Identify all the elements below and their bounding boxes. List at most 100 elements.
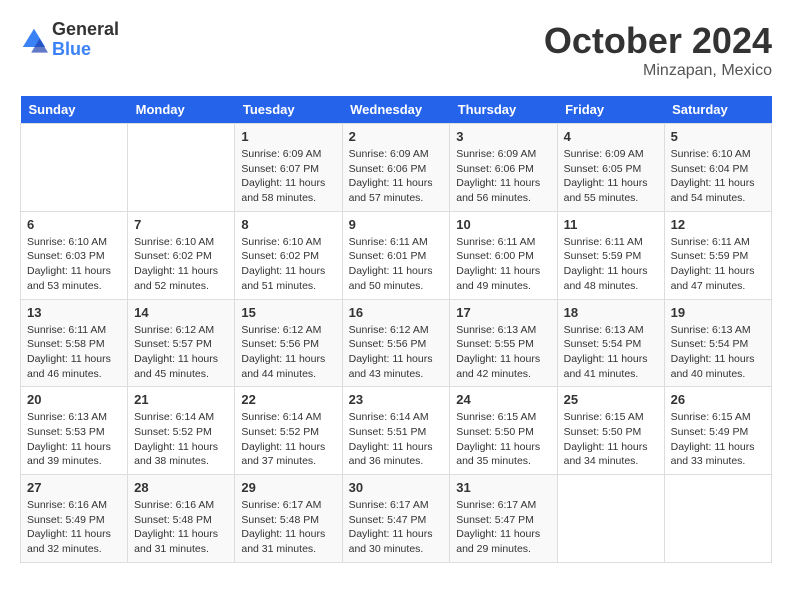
day-info: Sunrise: 6:09 AM Sunset: 6:06 PM Dayligh… xyxy=(456,147,550,206)
day-number: 3 xyxy=(456,129,550,144)
day-info: Sunrise: 6:11 AM Sunset: 6:00 PM Dayligh… xyxy=(456,235,550,294)
calendar-cell: 28 Sunrise: 6:16 AM Sunset: 5:48 PM Dayli… xyxy=(128,475,235,563)
day-info: Sunrise: 6:09 AM Sunset: 6:05 PM Dayligh… xyxy=(564,147,658,206)
day-number: 25 xyxy=(564,392,658,407)
day-number: 8 xyxy=(241,217,335,232)
week-row-2: 6Sunrise: 6:10 AM Sunset: 6:03 PM Daylig… xyxy=(21,211,772,299)
calendar-cell xyxy=(557,475,664,563)
day-number: 12 xyxy=(671,217,765,232)
day-header-thursday: Thursday xyxy=(450,96,557,124)
calendar-cell: 13 Sunrise: 6:11 AM Sunset: 5:58 PM Dayli… xyxy=(21,299,128,387)
calendar-cell: 2Sunrise: 6:09 AM Sunset: 6:06 PM Daylig… xyxy=(342,124,450,212)
day-info: Sunrise: 6:11 AM Sunset: 5:59 PM Dayligh… xyxy=(564,235,658,294)
day-number: 29 xyxy=(241,480,335,495)
day-header-friday: Friday xyxy=(557,96,664,124)
day-number: 26 xyxy=(671,392,765,407)
day-number: 22 xyxy=(241,392,335,407)
calendar-cell: 5 Sunrise: 6:10 AM Sunset: 6:04 PM Daylig… xyxy=(664,124,771,212)
day-info: Sunrise: 6:10 AM Sunset: 6:02 PM Dayligh… xyxy=(134,235,228,294)
day-number: 4 xyxy=(564,129,658,144)
day-info: Sunrise: 6:17 AM Sunset: 5:47 PM Dayligh… xyxy=(456,498,550,557)
calendar-cell: 22 Sunrise: 6:14 AM Sunset: 5:52 PM Dayli… xyxy=(235,387,342,475)
calendar-cell: 17 Sunrise: 6:13 AM Sunset: 5:55 PM Dayli… xyxy=(450,299,557,387)
calendar-header: SundayMondayTuesdayWednesdayThursdayFrid… xyxy=(21,96,772,124)
day-info: Sunrise: 6:10 AM Sunset: 6:04 PM Dayligh… xyxy=(671,147,765,206)
day-info: Sunrise: 6:13 AM Sunset: 5:54 PM Dayligh… xyxy=(564,323,658,382)
day-info: Sunrise: 6:13 AM Sunset: 5:54 PM Dayligh… xyxy=(671,323,765,382)
week-row-4: 20 Sunrise: 6:13 AM Sunset: 5:53 PM Dayli… xyxy=(21,387,772,475)
calendar-cell xyxy=(128,124,235,212)
logo: General Blue xyxy=(20,20,119,60)
day-number: 17 xyxy=(456,305,550,320)
day-info: Sunrise: 6:11 AM Sunset: 6:01 PM Dayligh… xyxy=(349,235,444,294)
calendar-cell: 12 Sunrise: 6:11 AM Sunset: 5:59 PM Dayli… xyxy=(664,211,771,299)
calendar-cell: 30 Sunrise: 6:17 AM Sunset: 5:47 PM Dayli… xyxy=(342,475,450,563)
location-subtitle: Minzapan, Mexico xyxy=(544,62,772,80)
day-info: Sunrise: 6:12 AM Sunset: 5:56 PM Dayligh… xyxy=(241,323,335,382)
calendar-cell: 20 Sunrise: 6:13 AM Sunset: 5:53 PM Dayli… xyxy=(21,387,128,475)
day-info: Sunrise: 6:13 AM Sunset: 5:55 PM Dayligh… xyxy=(456,323,550,382)
day-info: Sunrise: 6:14 AM Sunset: 5:51 PM Dayligh… xyxy=(349,410,444,469)
day-number: 7 xyxy=(134,217,228,232)
day-number: 10 xyxy=(456,217,550,232)
day-info: Sunrise: 6:13 AM Sunset: 5:53 PM Dayligh… xyxy=(27,410,121,469)
week-row-1: 1 Sunrise: 6:09 AM Sunset: 6:07 PM Daylig… xyxy=(21,124,772,212)
day-info: Sunrise: 6:15 AM Sunset: 5:50 PM Dayligh… xyxy=(456,410,550,469)
day-number: 30 xyxy=(349,480,444,495)
calendar-cell: 21 Sunrise: 6:14 AM Sunset: 5:52 PM Dayli… xyxy=(128,387,235,475)
page-header: General Blue October 2024 Minzapan, Mexi… xyxy=(20,20,772,80)
calendar-cell: 9 Sunrise: 6:11 AM Sunset: 6:01 PM Daylig… xyxy=(342,211,450,299)
day-info: Sunrise: 6:12 AM Sunset: 5:56 PM Dayligh… xyxy=(349,323,444,382)
day-info: Sunrise: 6:14 AM Sunset: 5:52 PM Dayligh… xyxy=(134,410,228,469)
day-number: 31 xyxy=(456,480,550,495)
day-number: 21 xyxy=(134,392,228,407)
month-title: October 2024 xyxy=(544,20,772,62)
day-number: 27 xyxy=(27,480,121,495)
day-header-saturday: Saturday xyxy=(664,96,771,124)
day-number: 24 xyxy=(456,392,550,407)
calendar-body: 1 Sunrise: 6:09 AM Sunset: 6:07 PM Daylig… xyxy=(21,124,772,563)
day-info: Sunrise: 6:15 AM Sunset: 5:49 PM Dayligh… xyxy=(671,410,765,469)
day-number: 11 xyxy=(564,217,658,232)
day-header-tuesday: Tuesday xyxy=(235,96,342,124)
day-number: 13 xyxy=(27,305,121,320)
day-info: Sunrise: 6:17 AM Sunset: 5:48 PM Dayligh… xyxy=(241,498,335,557)
week-row-3: 13 Sunrise: 6:11 AM Sunset: 5:58 PM Dayli… xyxy=(21,299,772,387)
calendar-cell: 29 Sunrise: 6:17 AM Sunset: 5:48 PM Dayli… xyxy=(235,475,342,563)
day-header-monday: Monday xyxy=(128,96,235,124)
logo-general: General xyxy=(52,20,119,40)
day-header-wednesday: Wednesday xyxy=(342,96,450,124)
calendar-cell: 31 Sunrise: 6:17 AM Sunset: 5:47 PM Dayli… xyxy=(450,475,557,563)
day-number: 18 xyxy=(564,305,658,320)
day-number: 28 xyxy=(134,480,228,495)
day-info: Sunrise: 6:17 AM Sunset: 5:47 PM Dayligh… xyxy=(349,498,444,557)
day-info: Sunrise: 6:09 AM Sunset: 6:07 PM Dayligh… xyxy=(241,147,335,206)
day-info: Sunrise: 6:11 AM Sunset: 5:58 PM Dayligh… xyxy=(27,323,121,382)
day-info: Sunrise: 6:15 AM Sunset: 5:50 PM Dayligh… xyxy=(564,410,658,469)
day-header-sunday: Sunday xyxy=(21,96,128,124)
day-number: 9 xyxy=(349,217,444,232)
logo-blue: Blue xyxy=(52,40,119,60)
calendar-cell: 6Sunrise: 6:10 AM Sunset: 6:03 PM Daylig… xyxy=(21,211,128,299)
calendar-cell: 25 Sunrise: 6:15 AM Sunset: 5:50 PM Dayli… xyxy=(557,387,664,475)
calendar-cell: 1 Sunrise: 6:09 AM Sunset: 6:07 PM Daylig… xyxy=(235,124,342,212)
day-number: 1 xyxy=(241,129,335,144)
calendar-cell: 19 Sunrise: 6:13 AM Sunset: 5:54 PM Dayli… xyxy=(664,299,771,387)
calendar-cell: 18 Sunrise: 6:13 AM Sunset: 5:54 PM Dayli… xyxy=(557,299,664,387)
day-info: Sunrise: 6:11 AM Sunset: 5:59 PM Dayligh… xyxy=(671,235,765,294)
calendar-cell: 23Sunrise: 6:14 AM Sunset: 5:51 PM Dayli… xyxy=(342,387,450,475)
calendar-cell xyxy=(664,475,771,563)
day-number: 20 xyxy=(27,392,121,407)
day-info: Sunrise: 6:14 AM Sunset: 5:52 PM Dayligh… xyxy=(241,410,335,469)
calendar-cell: 26 Sunrise: 6:15 AM Sunset: 5:49 PM Dayli… xyxy=(664,387,771,475)
calendar-cell: 3 Sunrise: 6:09 AM Sunset: 6:06 PM Daylig… xyxy=(450,124,557,212)
day-info: Sunrise: 6:16 AM Sunset: 5:49 PM Dayligh… xyxy=(27,498,121,557)
day-number: 5 xyxy=(671,129,765,144)
day-info: Sunrise: 6:09 AM Sunset: 6:06 PM Dayligh… xyxy=(349,147,444,206)
title-block: October 2024 Minzapan, Mexico xyxy=(544,20,772,80)
day-info: Sunrise: 6:10 AM Sunset: 6:02 PM Dayligh… xyxy=(241,235,335,294)
day-number: 19 xyxy=(671,305,765,320)
day-info: Sunrise: 6:16 AM Sunset: 5:48 PM Dayligh… xyxy=(134,498,228,557)
day-number: 15 xyxy=(241,305,335,320)
calendar-cell: 11 Sunrise: 6:11 AM Sunset: 5:59 PM Dayli… xyxy=(557,211,664,299)
